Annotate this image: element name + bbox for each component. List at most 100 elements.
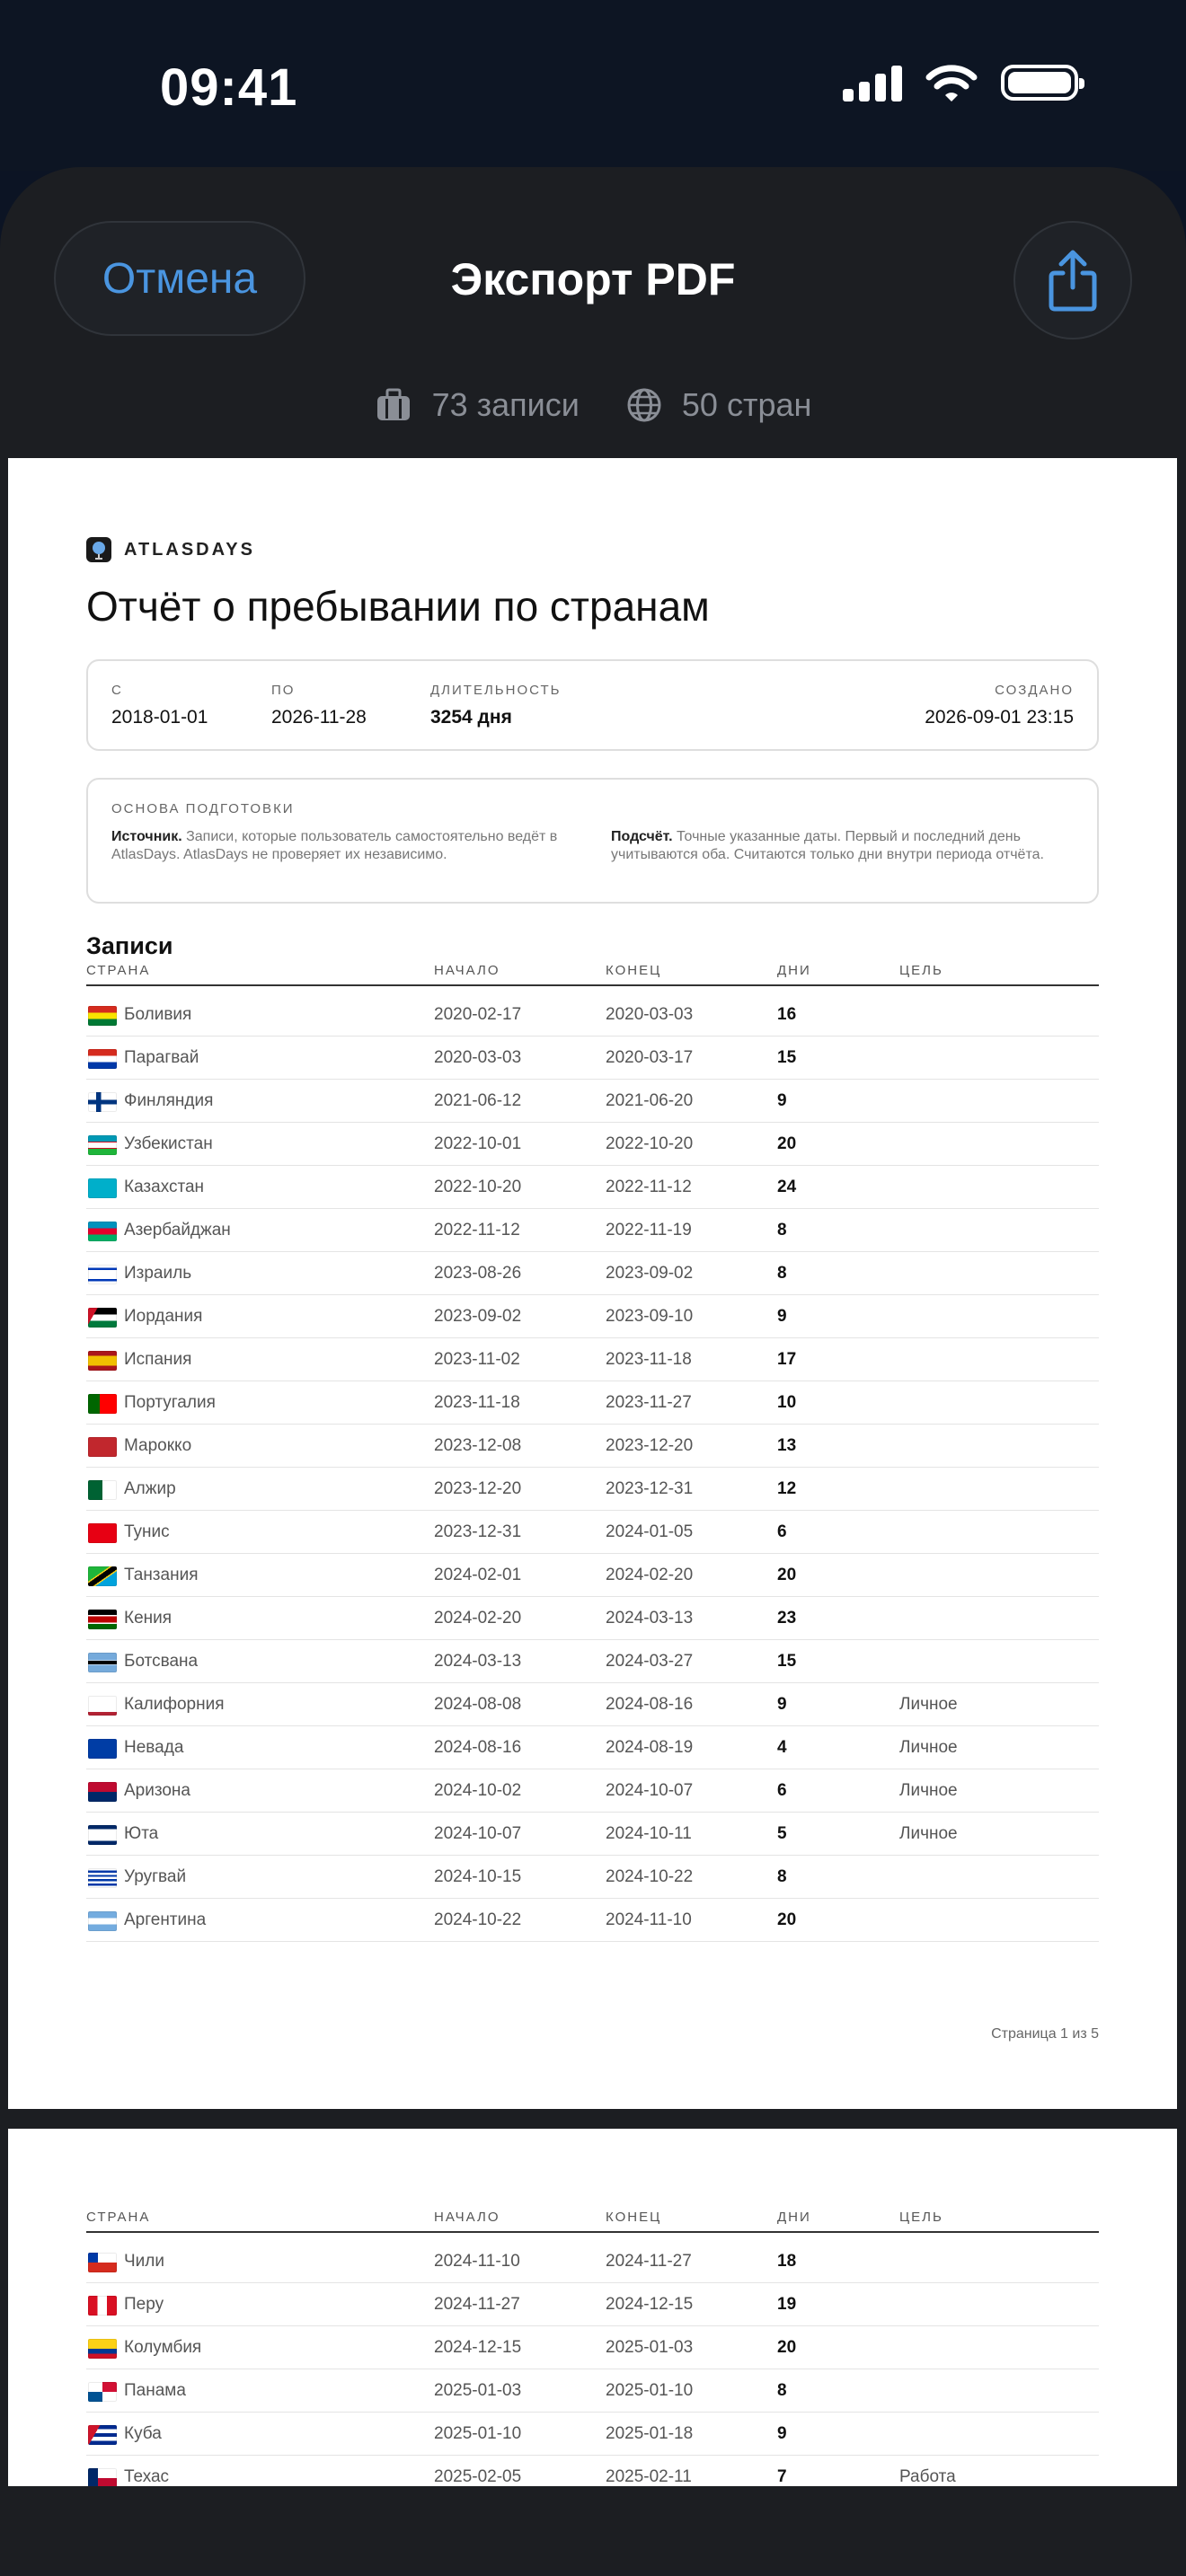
- cell-start: 2024-10-22: [434, 1910, 522, 1929]
- cell-days: 20: [777, 2338, 797, 2357]
- cell-start: 2020-02-17: [434, 1005, 522, 1024]
- share-icon: [1049, 250, 1097, 312]
- cell-start: 2024-08-16: [434, 1738, 522, 1757]
- table-row: Аризона 2024-10-02 2024-10-07 6 Личное: [86, 1769, 1099, 1813]
- table-row: Испания 2023-11-02 2023-11-18 17: [86, 1338, 1099, 1381]
- cell-end: 2024-10-07: [606, 1781, 694, 1800]
- cell-start: 2024-03-13: [434, 1652, 522, 1671]
- country-flag-icon: [88, 1351, 117, 1371]
- cell-days: 6: [777, 1781, 787, 1800]
- cell-country: Уругвай: [124, 1867, 187, 1886]
- cell-end: 2021-06-20: [606, 1091, 694, 1110]
- cell-end: 2024-01-05: [606, 1522, 694, 1541]
- country-flag-icon: [88, 1911, 117, 1931]
- cell-country: Азербайджан: [124, 1221, 231, 1239]
- basis-count-text: Точные указанные даты. Первый и последни…: [611, 829, 1044, 862]
- cell-country: Куба: [124, 2424, 162, 2443]
- col-days: ДНИ: [777, 963, 811, 978]
- countries-count: 50 стран: [681, 386, 812, 423]
- cell-start: 2024-11-27: [434, 2295, 520, 2314]
- cell-end: 2023-11-18: [606, 1350, 692, 1369]
- cell-days: 10: [777, 1393, 797, 1412]
- table-row: Марокко 2023-12-08 2023-12-20 13: [86, 1425, 1099, 1468]
- col-purpose: ЦЕЛЬ: [899, 2210, 943, 2225]
- cell-purpose: Работа: [899, 2467, 956, 2486]
- bottom-bar: [0, 2486, 1186, 2576]
- meta-to: ПО 2026-11-28: [271, 683, 367, 728]
- cell-end: 2025-02-11: [606, 2467, 692, 2486]
- cell-end: 2023-12-31: [606, 1479, 694, 1498]
- table-row: Кения 2024-02-20 2024-03-13 23: [86, 1597, 1099, 1640]
- cell-end: 2024-03-13: [606, 1609, 694, 1628]
- cell-country: Панама: [124, 2381, 186, 2400]
- cell-start: 2022-11-12: [434, 1221, 520, 1239]
- battery-icon: [1001, 65, 1084, 101]
- export-summary: 73 записи 50 стран: [0, 386, 1186, 424]
- cell-days: 9: [777, 1091, 787, 1110]
- table-row: Боливия 2020-02-17 2020-03-03 16: [86, 993, 1099, 1037]
- table-row: Юта 2024-10-07 2024-10-11 5 Личное: [86, 1813, 1099, 1856]
- country-flag-icon: [88, 1006, 117, 1026]
- cell-country: Аргентина: [124, 1910, 207, 1929]
- cell-country: Узбекистан: [124, 1134, 213, 1153]
- cell-start: 2025-02-05: [434, 2467, 522, 2486]
- cell-country: Финляндия: [124, 1091, 214, 1110]
- table-row: Куба 2025-01-10 2025-01-18 9: [86, 2413, 1099, 2456]
- cell-purpose: Личное: [899, 1781, 958, 1800]
- table-row: Танзания 2024-02-01 2024-02-20 20: [86, 1554, 1099, 1597]
- country-flag-icon: [88, 1394, 117, 1414]
- cell-country: Израиль: [124, 1264, 192, 1283]
- cell-end: 2022-10-20: [606, 1134, 694, 1153]
- cell-purpose: Личное: [899, 1695, 958, 1714]
- table-header: СТРАНА НАЧАЛО КОНЕЦ ДНИ ЦЕЛЬ: [86, 2204, 1099, 2233]
- brand-name: ATLASDAYS: [124, 539, 255, 560]
- cell-country: Тунис: [124, 1522, 170, 1541]
- meta-from: С 2018-01-01: [111, 683, 208, 728]
- cellular-signal-icon: [843, 64, 902, 101]
- cell-country: Парагвай: [124, 1048, 199, 1067]
- globe-icon: [627, 388, 661, 422]
- table-row: Ботсвана 2024-03-13 2024-03-27 15: [86, 1640, 1099, 1683]
- cell-start: 2024-11-10: [434, 2252, 520, 2271]
- meta-duration: ДЛИТЕЛЬНОСТЬ 3254 дня: [430, 683, 561, 728]
- basis-source-title: Источник.: [111, 829, 182, 844]
- col-end: КОНЕЦ: [606, 2210, 662, 2225]
- cell-days: 20: [777, 1134, 797, 1153]
- cell-start: 2024-08-08: [434, 1695, 522, 1714]
- cell-end: 2022-11-19: [606, 1221, 692, 1239]
- cell-end: 2024-12-15: [606, 2295, 694, 2314]
- table-row: Аргентина 2024-10-22 2024-11-10 20: [86, 1899, 1099, 1942]
- cell-start: 2022-10-01: [434, 1134, 522, 1153]
- cell-days: 19: [777, 2295, 797, 2314]
- table-row: Финляндия 2021-06-12 2021-06-20 9: [86, 1080, 1099, 1123]
- cell-days: 15: [777, 1652, 797, 1671]
- cell-start: 2023-09-02: [434, 1307, 522, 1326]
- cell-country: Казахстан: [124, 1178, 205, 1196]
- cell-start: 2023-08-26: [434, 1264, 522, 1283]
- cell-days: 15: [777, 1048, 797, 1067]
- cell-days: 9: [777, 2424, 787, 2443]
- col-days: ДНИ: [777, 2210, 811, 2225]
- table-row: Израиль 2023-08-26 2023-09-02 8: [86, 1252, 1099, 1295]
- meta-created-label: СОЗДАНО: [995, 683, 1074, 698]
- cell-days: 20: [777, 1910, 797, 1929]
- country-flag-icon: [88, 1868, 117, 1888]
- country-flag-icon: [88, 1308, 117, 1328]
- cell-start: 2023-12-20: [434, 1479, 522, 1498]
- status-time: 09:41: [160, 58, 298, 117]
- share-button[interactable]: [1013, 221, 1132, 340]
- meta-to-label: ПО: [271, 683, 296, 698]
- cell-country: Марокко: [124, 1436, 192, 1455]
- cell-end: 2023-09-10: [606, 1307, 694, 1326]
- meta-duration-label: ДЛИТЕЛЬНОСТЬ: [430, 683, 562, 698]
- cell-days: 8: [777, 2381, 787, 2400]
- country-flag-icon: [88, 1653, 117, 1672]
- pdf-page-2: СТРАНА НАЧАЛО КОНЕЦ ДНИ ЦЕЛЬ Чили 2024-11…: [8, 2129, 1177, 2486]
- report-title: Отчёт о пребывании по странам: [86, 583, 710, 630]
- table-row: Португалия 2023-11-18 2023-11-27 10: [86, 1381, 1099, 1425]
- cell-days: 23: [777, 1609, 797, 1628]
- country-flag-icon: [88, 1480, 117, 1500]
- countries-summary: 50 стран: [626, 386, 811, 424]
- wifi-icon: [925, 65, 978, 101]
- cell-days: 7: [777, 2467, 787, 2486]
